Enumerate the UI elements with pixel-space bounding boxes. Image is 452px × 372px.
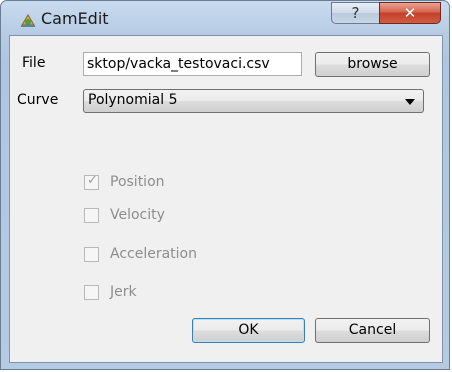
- help-icon: ?: [351, 4, 360, 22]
- checkbox-box[interactable]: [84, 208, 99, 223]
- checkbox-label: Jerk: [110, 284, 137, 300]
- close-icon: ✕: [403, 4, 417, 22]
- help-button[interactable]: ?: [331, 2, 379, 24]
- checkbox-box[interactable]: [84, 247, 99, 262]
- close-button[interactable]: ✕: [379, 2, 441, 24]
- curve-select-value: Polynomial 5: [88, 92, 178, 108]
- file-path-input[interactable]: sktop/vacka_testovaci.csv: [83, 52, 302, 76]
- checkbox-box[interactable]: ✓: [84, 173, 99, 190]
- file-label: File: [22, 55, 46, 71]
- checkmark-icon: ✓: [87, 173, 98, 188]
- chevron-down-icon: [405, 99, 415, 105]
- app-icon: [19, 11, 37, 29]
- ok-button[interactable]: OK: [192, 318, 305, 343]
- dialog-body: [9, 35, 443, 363]
- checkbox-box[interactable]: [84, 285, 99, 300]
- window-title: CamEdit: [41, 9, 109, 28]
- curve-label: Curve: [17, 92, 59, 108]
- cancel-button[interactable]: Cancel: [315, 318, 430, 343]
- title-bar[interactable]: CamEdit ? ✕: [1, 1, 449, 35]
- curve-select[interactable]: Polynomial 5: [83, 89, 424, 113]
- checkbox-label: Position: [110, 174, 165, 190]
- browse-button[interactable]: browse: [315, 52, 430, 77]
- checkbox-label: Velocity: [110, 207, 165, 223]
- checkbox-label: Acceleration: [110, 246, 197, 262]
